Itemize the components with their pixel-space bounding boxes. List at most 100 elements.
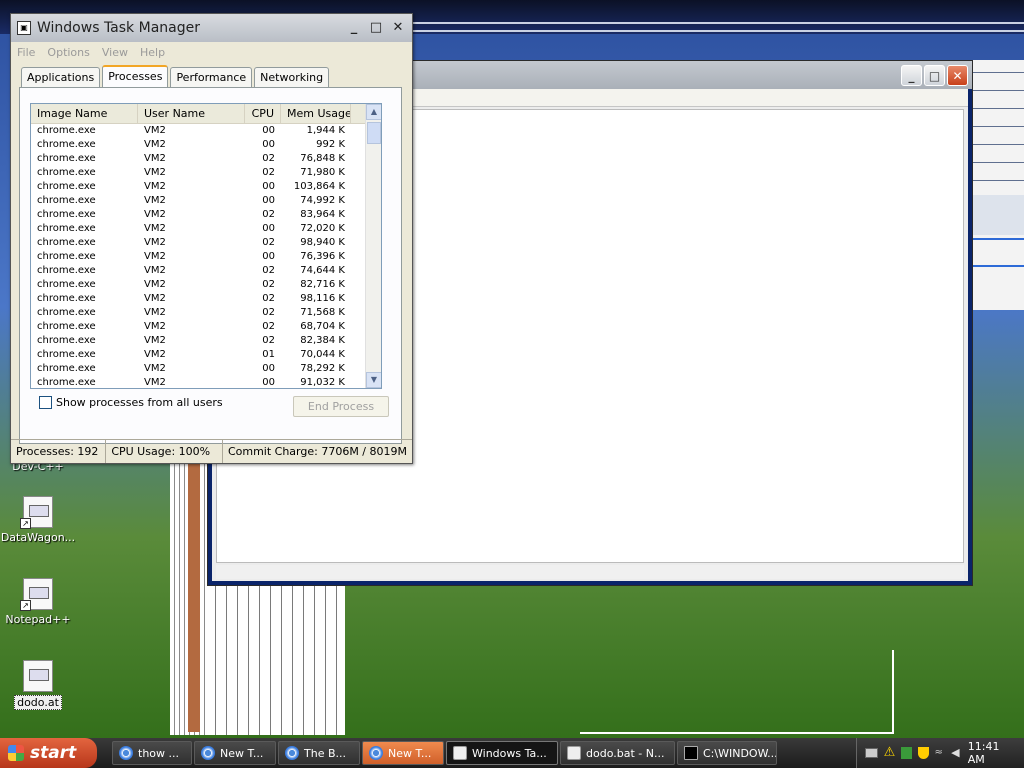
taskbar-buttons: thow ... New T... The B... New T... Windows … [112, 741, 777, 765]
cell-mem-usage: 74,644 K [300, 265, 345, 276]
table-row[interactable]: chrome.exe VM2 00 1,944 K [31, 124, 381, 138]
process-list-header: Image Name User Name CPU Mem Usage [31, 104, 381, 124]
desktop-icon-notepadpp[interactable]: ↗ Notepad++ [0, 578, 78, 626]
keyboard-icon[interactable] [865, 748, 878, 758]
cell-image-name: chrome.exe [37, 181, 96, 192]
column-header-image-name[interactable]: Image Name [31, 104, 138, 123]
table-row[interactable]: chrome.exe VM2 02 98,940 K [31, 236, 381, 250]
cell-cpu: 00 [262, 251, 275, 262]
notepadpp-icon: ↗ [20, 578, 53, 611]
cell-mem-usage: 76,396 K [300, 251, 345, 262]
cell-cpu: 02 [262, 153, 275, 164]
table-row[interactable]: chrome.exe VM2 00 91,032 K [31, 376, 381, 388]
menu-file[interactable]: File [17, 46, 35, 59]
tab-applications[interactable]: Applications [21, 67, 101, 88]
table-row[interactable]: chrome.exe VM2 00 76,396 K [31, 250, 381, 264]
cell-mem-usage: 70,044 K [300, 349, 345, 360]
minimize-button[interactable]: _ [901, 65, 922, 86]
column-header-cpu[interactable]: CPU [245, 104, 281, 123]
table-row[interactable]: chrome.exe VM2 00 74,992 K [31, 194, 381, 208]
tab-performance[interactable]: Performance [170, 67, 253, 88]
close-button[interactable]: ✕ [388, 17, 408, 37]
security-shield-icon[interactable] [917, 747, 929, 759]
cell-image-name: chrome.exe [37, 251, 96, 262]
menu-view[interactable]: View [102, 46, 128, 59]
desktop-icon-datawagon[interactable]: ↗ DataWagon... [0, 496, 78, 544]
cell-user-name: VM2 [144, 195, 166, 206]
menu-help[interactable]: Help [140, 46, 165, 59]
volume-icon[interactable]: ◀ [951, 747, 962, 759]
signal-icon[interactable]: ≈ [935, 747, 946, 759]
cell-image-name: chrome.exe [37, 335, 96, 346]
cell-mem-usage: 72,020 K [300, 223, 345, 234]
warning-icon[interactable]: ⚠ [884, 746, 896, 759]
divider [410, 22, 1024, 24]
table-row[interactable]: chrome.exe VM2 00 103,864 K [31, 180, 381, 194]
cell-mem-usage: 1,944 K [306, 125, 345, 136]
taskbar-button-label: New T... [220, 746, 264, 760]
table-row[interactable]: chrome.exe VM2 02 83,964 K [31, 208, 381, 222]
table-row[interactable]: chrome.exe VM2 01 70,044 K [31, 348, 381, 362]
network-icon[interactable] [901, 747, 912, 759]
taskbar-button-label: The B... [304, 746, 346, 760]
tab-networking[interactable]: Networking [254, 67, 330, 88]
taskbar-button[interactable]: Windows Ta... [446, 741, 558, 765]
menu-options[interactable]: Options [47, 46, 89, 59]
taskbar-button[interactable]: New T... [362, 741, 444, 765]
scroll-thumb[interactable] [367, 122, 381, 144]
taskbar-button[interactable]: thow ... [112, 741, 192, 765]
table-row[interactable]: chrome.exe VM2 02 82,716 K [31, 278, 381, 292]
window-titlebar[interactable]: ▣ Windows Task Manager _ □ ✕ [11, 14, 412, 42]
cell-cpu: 02 [262, 335, 275, 346]
desktop-icon-dodo[interactable]: dodo.at [0, 660, 78, 710]
cell-image-name: chrome.exe [37, 293, 96, 304]
divider [410, 30, 1024, 32]
scroll-up-icon[interactable]: ▲ [366, 104, 381, 120]
clock[interactable]: 11:41 AM [968, 740, 1014, 766]
cell-mem-usage: 71,568 K [300, 307, 345, 318]
cell-user-name: VM2 [144, 363, 166, 374]
table-row[interactable]: chrome.exe VM2 02 74,644 K [31, 264, 381, 278]
process-list[interactable]: Image Name User Name CPU Mem Usage chrom… [30, 103, 382, 389]
maximize-button[interactable]: □ [924, 65, 945, 86]
column-header-mem-usage[interactable]: Mem Usage [281, 104, 351, 123]
cell-image-name: chrome.exe [37, 363, 96, 374]
cell-image-name: chrome.exe [37, 321, 96, 332]
maximize-button[interactable]: □ [366, 17, 386, 37]
process-rows: chrome.exe VM2 00 1,944 K chrome.exe VM2 00 992… [31, 124, 381, 388]
taskbar-button[interactable]: The B... [278, 741, 360, 765]
close-button[interactable]: ✕ [947, 65, 968, 86]
end-process-button[interactable]: End Process [293, 396, 389, 417]
taskbar-button[interactable]: C:\WINDOW... [677, 741, 777, 765]
taskbar-button[interactable]: dodo.bat - N... [560, 741, 675, 765]
cell-cpu: 02 [262, 167, 275, 178]
taskbar-button-label: Windows Ta... [472, 746, 547, 760]
table-row[interactable]: chrome.exe VM2 02 68,704 K [31, 320, 381, 334]
table-row[interactable]: chrome.exe VM2 02 98,116 K [31, 292, 381, 306]
status-processes: Processes: 192 [11, 440, 107, 463]
table-row[interactable]: chrome.exe VM2 00 72,020 K [31, 222, 381, 236]
vertical-scrollbar[interactable]: ▲ ▼ [365, 104, 381, 388]
checkbox-box[interactable] [39, 396, 52, 409]
windows-flag-icon [8, 745, 24, 761]
tab-processes[interactable]: Processes [102, 65, 169, 88]
table-row[interactable]: chrome.exe VM2 00 992 K [31, 138, 381, 152]
cell-image-name: chrome.exe [37, 307, 96, 318]
start-button[interactable]: start [0, 738, 97, 768]
notepad-icon [567, 746, 581, 760]
taskbar-button[interactable]: New T... [194, 741, 276, 765]
checkbox-label: Show processes from all users [56, 396, 223, 409]
cell-user-name: VM2 [144, 265, 166, 276]
show-all-processes-checkbox[interactable]: Show processes from all users [39, 396, 223, 409]
table-row[interactable]: chrome.exe VM2 02 71,568 K [31, 306, 381, 320]
column-header-user-name[interactable]: User Name [138, 104, 245, 123]
table-row[interactable]: chrome.exe VM2 02 82,384 K [31, 334, 381, 348]
table-row[interactable]: chrome.exe VM2 02 76,848 K [31, 152, 381, 166]
table-row[interactable]: chrome.exe VM2 00 78,292 K [31, 362, 381, 376]
cell-mem-usage: 98,940 K [300, 237, 345, 248]
cell-mem-usage: 82,384 K [300, 335, 345, 346]
horizontal-scrollbar[interactable] [216, 565, 964, 579]
scroll-down-icon[interactable]: ▼ [366, 372, 381, 388]
minimize-button[interactable]: _ [344, 17, 364, 37]
table-row[interactable]: chrome.exe VM2 02 71,980 K [31, 166, 381, 180]
